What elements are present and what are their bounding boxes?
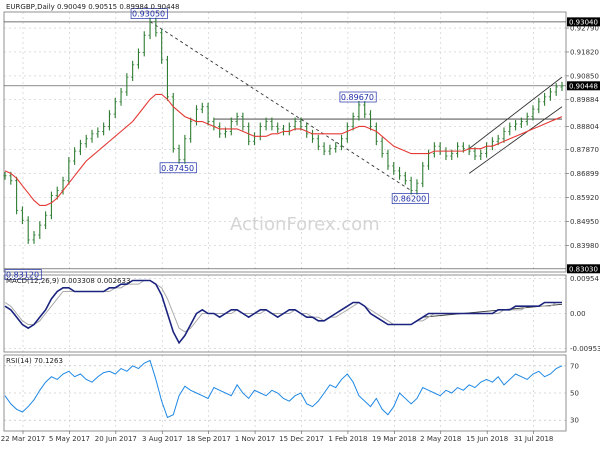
level-tag-label: 0.83030 — [569, 265, 598, 273]
y-tick-label: 0.85920 — [570, 194, 599, 202]
y-tick-label: 0.83980 — [570, 242, 599, 250]
y-tick-label: 0.88804 — [570, 123, 599, 131]
macd-y-tick: 0.00 — [570, 310, 586, 318]
macd-y-tick: -0.009538 — [570, 345, 600, 353]
y-tick-label: 0.89884 — [570, 96, 599, 104]
x-tick-label: 15 Jun 2018 — [466, 435, 508, 443]
rsi-label: RSI(14) 70.1263 — [6, 357, 63, 365]
x-tick-label: 19 Mar 2018 — [372, 435, 416, 443]
y-tick-label: 0.84950 — [570, 218, 599, 226]
x-tick-label: 18 Sep 2017 — [186, 435, 230, 443]
level-tag-label: 0.93040 — [569, 18, 598, 26]
y-tick-label: 0.87870 — [570, 146, 599, 154]
watermark-text: ActionForex.com — [230, 214, 380, 235]
x-tick-label: 5 May 2017 — [49, 435, 90, 443]
trendline — [468, 106, 563, 174]
y-tick-label: 0.90850 — [570, 72, 599, 80]
rsi-line — [4, 359, 563, 419]
annotation-label: 0.86200 — [393, 195, 426, 204]
chart-canvas: ActionForex.com 0.930500.874500.896700.8… — [1, 3, 600, 443]
macd-y-tick: 0.00954 — [570, 275, 599, 283]
x-tick-label: 22 Mar 2017 — [1, 435, 45, 443]
x-tick-label: 2 May 2018 — [420, 435, 461, 443]
reference-lines — [4, 21, 566, 318]
rsi-y-tick: 50 — [570, 390, 579, 398]
x-tick-label: 1 Feb 2018 — [328, 435, 367, 443]
macd-signal-line — [4, 280, 562, 333]
annotation-layer: 0.930500.874500.896700.862000.83120 — [4, 8, 429, 280]
x-tick-label: 3 Aug 2017 — [142, 435, 182, 443]
moving-average-line — [4, 93, 563, 206]
y-tick-label: 0.91820 — [570, 48, 599, 56]
y-tick-label: 0.86899 — [570, 170, 599, 178]
chart-header: EURGBP,Daily 0.90049 0.90515 0.89984 0.9… — [6, 3, 179, 11]
annotation-label: 0.87450 — [161, 164, 194, 173]
x-tick-label: 20 Jun 2017 — [95, 435, 137, 443]
x-tick-label: 1 Nov 2017 — [235, 435, 275, 443]
rsi-y-tick: 70 — [570, 362, 579, 370]
annotation-label: 0.89670 — [341, 93, 374, 102]
x-tick-label: 31 Jul 2018 — [514, 435, 554, 443]
y-axis-labels: 0.927900.918200.908500.898840.888040.878… — [567, 17, 600, 425]
macd-label: MACD(12,26,9) 0.003308 0.002633 — [6, 277, 130, 285]
x-tick-label: 15 Dec 2017 — [279, 435, 324, 443]
trendline — [468, 76, 563, 150]
rsi-y-tick: 30 — [570, 417, 579, 425]
level-tag-label: 0.90448 — [569, 82, 598, 90]
x-axis-labels: 22 Mar 2017 5 May 2017 20 Jun 2017 3 Aug 20… — [1, 435, 554, 443]
